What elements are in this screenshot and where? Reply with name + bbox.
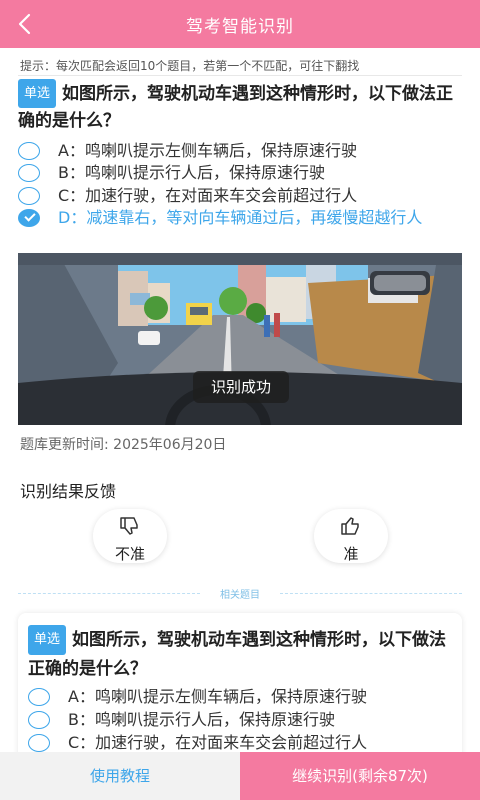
radio-icon[interactable]: [18, 164, 40, 182]
question-type-badge: 单选: [28, 625, 67, 655]
related-divider: 相关题目: [18, 586, 462, 601]
option-b[interactable]: B：鸣喇叭提示行人后，保持原速行驶: [18, 162, 468, 184]
option-label: D：减速靠右，等对向车辆通过后，再缓慢超越行人: [58, 208, 423, 227]
update-time: 题库更新时间: 2025年06月20日: [20, 437, 227, 453]
option-a[interactable]: A：鸣喇叭提示左侧车辆后，保持原速行驶: [28, 686, 478, 708]
question-text: 单选 如图所示，驾驶机动车遇到这种情形时，以下做法正确的是什么？: [18, 79, 464, 135]
question-type-badge: 单选: [18, 79, 57, 108]
continue-recognition-button[interactable]: 继续识别(剩余87次): [240, 752, 480, 800]
checked-radio-icon[interactable]: [18, 209, 40, 227]
option-b[interactable]: B：鸣喇叭提示行人后，保持原速行驶: [28, 709, 478, 731]
option-label: A：鸣喇叭提示左侧车辆后，保持原速行驶: [68, 687, 367, 706]
divider-line: [18, 593, 200, 594]
recognition-toast: 识别成功: [193, 371, 289, 403]
related-label: 相关题目: [220, 590, 260, 601]
related-question-card[interactable]: 单选 如图所示，驾驶机动车遇到这种情形时，以下做法正确的是什么？ A：鸣喇叭提示左…: [18, 613, 462, 763]
divider-line: [280, 593, 462, 594]
radio-icon[interactable]: [28, 711, 50, 729]
option-label: C：加速行驶，在对面来车交会前超过行人: [68, 733, 368, 752]
radio-icon[interactable]: [18, 142, 40, 160]
accurate-button[interactable]: 准: [314, 509, 388, 563]
radio-icon[interactable]: [28, 688, 50, 706]
page-title: 驾考智能识别: [186, 17, 294, 37]
question-stem: 如图所示，驾驶机动车遇到这种情形时，以下做法正确的是什么？: [18, 84, 454, 131]
inaccurate-label: 不准: [114, 545, 145, 563]
option-label: B：鸣喇叭提示行人后，保持原速行驶: [68, 710, 335, 729]
option-label: A：鸣喇叭提示左侧车辆后，保持原速行驶: [58, 141, 357, 160]
option-a[interactable]: A：鸣喇叭提示左侧车辆后，保持原速行驶: [18, 140, 468, 162]
question-stem: 如图所示，驾驶机动车遇到这种情形时，以下做法正确的是什么？: [28, 630, 447, 679]
option-label: C：加速行驶，在对面来车交会前超过行人: [58, 186, 358, 205]
bottom-bar: 使用教程 继续识别(剩余87次): [0, 752, 480, 800]
divider: [18, 75, 462, 76]
option-c[interactable]: C：加速行驶，在对面来车交会前超过行人: [28, 732, 478, 754]
option-label: B：鸣喇叭提示行人后，保持原速行驶: [58, 163, 325, 182]
radio-icon[interactable]: [18, 187, 40, 205]
option-d[interactable]: D：减速靠右，等对向车辆通过后，再缓慢超越行人: [18, 207, 468, 229]
inaccurate-button[interactable]: 不准: [93, 509, 167, 563]
option-c[interactable]: C：加速行驶，在对面来车交会前超过行人: [18, 185, 468, 207]
hint-text: 提示：每次匹配会返回10个题目，若第一个不匹配，可往下翻找: [20, 59, 360, 73]
question-text: 单选 如图所示，驾驶机动车遇到这种情形时，以下做法正确的是什么？: [28, 625, 454, 683]
accurate-label: 准: [343, 545, 359, 563]
tutorial-button[interactable]: 使用教程: [0, 752, 240, 800]
thumbs-up-icon: [341, 517, 359, 535]
thumbs-down-icon: [120, 517, 138, 535]
feedback-title: 识别结果反馈: [20, 482, 117, 501]
radio-icon[interactable]: [28, 734, 50, 752]
app-header: 驾考智能识别: [0, 0, 480, 48]
